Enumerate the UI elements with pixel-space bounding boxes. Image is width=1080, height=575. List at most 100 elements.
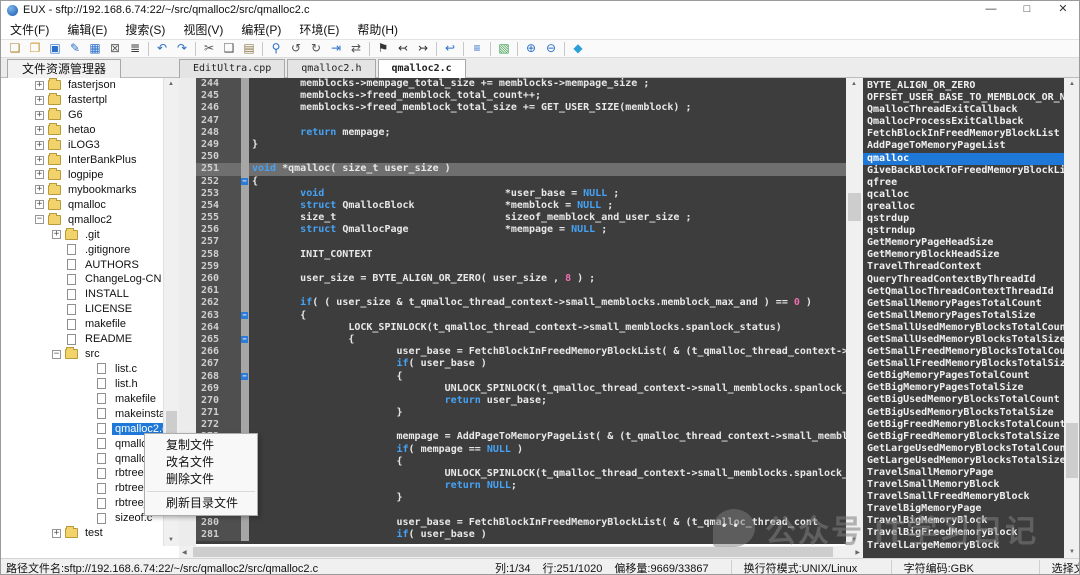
tree-item-.gitignore[interactable]: .gitignore	[1, 242, 163, 257]
bookmark-icon[interactable]: ⚑	[373, 40, 393, 57]
tree-item-qmalloc2.c[interactable]: qmalloc2.c	[1, 421, 163, 436]
fold-collapse-icon[interactable]: −	[241, 336, 248, 343]
function-item-qstrdup[interactable]: qstrdup	[863, 213, 1064, 225]
tree-item-qmalloc2_[interactable]: qmalloc2_	[1, 451, 163, 466]
minimize-button[interactable]: —	[973, 1, 1009, 19]
tab-qmalloc2.c[interactable]: qmalloc2.c	[378, 59, 466, 79]
menu-item[interactable]: 帮助(H)	[348, 19, 407, 40]
function-list-scrollbar[interactable]: ▲ ▼	[1064, 78, 1080, 558]
function-item-GetBigFreedMemoryBlocksTotalSize[interactable]: GetBigFreedMemoryBlocksTotalSize	[863, 431, 1064, 443]
tree-item-logpipe[interactable]: +logpipe	[1, 168, 163, 183]
code-line-274[interactable]: 274 if( mempage == NULL )	[196, 444, 846, 456]
expand-icon[interactable]: +	[35, 126, 44, 135]
function-item-GetBigMemoryPagesTotalSize[interactable]: GetBigMemoryPagesTotalSize	[863, 382, 1064, 394]
code-line-262[interactable]: 262 if( ( user_size & t_qmalloc_thread_c…	[196, 297, 846, 309]
scroll-left-icon[interactable]: ◀	[182, 549, 187, 556]
function-item-GetMemoryPageHeadSize[interactable]: GetMemoryPageHeadSize	[863, 237, 1064, 249]
function-item-qmalloc[interactable]: qmalloc	[863, 153, 1064, 165]
zoom-out-icon[interactable]: ⊖	[541, 40, 561, 57]
menu-item[interactable]: 视图(V)	[174, 19, 232, 40]
new-file-icon[interactable]: ❏	[5, 40, 25, 57]
tree-item-LICENSE[interactable]: LICENSE	[1, 302, 163, 317]
code-line-258[interactable]: 258 INIT_CONTEXT	[196, 249, 846, 261]
tree-item-hetao[interactable]: +hetao	[1, 123, 163, 138]
tree-item-iLOG3[interactable]: +iLOG3	[1, 138, 163, 153]
code-line-281[interactable]: 281 if( user_base )	[196, 529, 846, 541]
expand-icon[interactable]: +	[35, 185, 44, 194]
expand-icon[interactable]: +	[35, 141, 44, 150]
scroll-up-icon[interactable]: ▲	[1069, 81, 1075, 87]
scroll-down-icon[interactable]: ▼	[851, 537, 857, 543]
tree-item-rbtree.c[interactable]: rbtree.c	[1, 466, 163, 481]
function-item-OFFSET_USER_BASE_TO_MEMBLOCK_OR_N[interactable]: OFFSET_USER_BASE_TO_MEMBLOCK_OR_N	[863, 92, 1064, 104]
function-item-GetBigUsedMemoryBlocksTotalCount[interactable]: GetBigUsedMemoryBlocksTotalCount	[863, 394, 1064, 406]
scroll-right-icon[interactable]: ▶	[855, 549, 860, 556]
function-item-TravelBigFreedMemoryBlock[interactable]: TravelBigFreedMemoryBlock	[863, 527, 1064, 539]
tree-item-InterBankPlus[interactable]: +InterBankPlus	[1, 153, 163, 168]
code-line-252[interactable]: 252−{	[196, 176, 846, 188]
redo-icon[interactable]: ↷	[172, 40, 192, 57]
function-item-qrealloc[interactable]: qrealloc	[863, 201, 1064, 213]
save-all-icon[interactable]: ▦	[85, 40, 105, 57]
code-line-246[interactable]: 246 memblocks->freed_memblock_total_size…	[196, 102, 846, 114]
function-item-GetQmallocThreadContextThreadId[interactable]: GetQmallocThreadContextThreadId	[863, 286, 1064, 298]
tree-item-fasterjson[interactable]: +fasterjson	[1, 78, 163, 93]
tree-item-sizeof.c[interactable]: sizeof.c	[1, 511, 163, 526]
function-item-QmallocThreadExitCallback[interactable]: QmallocThreadExitCallback	[863, 104, 1064, 116]
function-item-QueryThreadContextByThreadId[interactable]: QueryThreadContextByThreadId	[863, 274, 1064, 286]
expand-icon[interactable]: +	[35, 96, 44, 105]
expand-icon[interactable]: +	[52, 529, 61, 538]
code-line-267[interactable]: 267 if( user_base )	[196, 358, 846, 370]
tree-item-makefile[interactable]: makefile	[1, 391, 163, 406]
code-line-250[interactable]: 250	[196, 151, 846, 163]
function-item-GetSmallUsedMemoryBlocksTotalSize[interactable]: GetSmallUsedMemoryBlocksTotalSize	[863, 334, 1064, 346]
function-item-TravelBigMemoryPage[interactable]: TravelBigMemoryPage	[863, 503, 1064, 515]
function-list-icon[interactable]: ≡	[467, 40, 487, 57]
function-item-qstrndup[interactable]: qstrndup	[863, 225, 1064, 237]
tree-item-ChangeLog-CN[interactable]: ChangeLog-CN	[1, 272, 163, 287]
tree-item-INSTALL[interactable]: INSTALL	[1, 287, 163, 302]
function-list-scrollbar-thumb[interactable]	[1066, 423, 1078, 478]
function-item-TravelBigMemoryBlock[interactable]: TravelBigMemoryBlock	[863, 515, 1064, 527]
code-line-268[interactable]: 268− {	[196, 371, 846, 383]
code-line-280[interactable]: 280 user_base = FetchBlockInFreedMemoryB…	[196, 517, 846, 529]
function-item-GetBigUsedMemoryBlocksTotalSize[interactable]: GetBigUsedMemoryBlocksTotalSize	[863, 407, 1064, 419]
save-icon[interactable]: ▣	[45, 40, 65, 57]
editor-hscrollbar-thumb[interactable]	[193, 547, 833, 557]
editor-scrollbar-thumb[interactable]	[848, 193, 861, 221]
tab-qmalloc2.h[interactable]: qmalloc2.h	[287, 59, 375, 78]
paste-icon[interactable]: ▤	[239, 40, 259, 57]
next-bookmark-icon[interactable]: ↣	[413, 40, 433, 57]
code-line-279[interactable]: 279	[196, 505, 846, 517]
expand-icon[interactable]: +	[35, 170, 44, 179]
tree-item-README[interactable]: README	[1, 332, 163, 347]
code-line-249[interactable]: 249}	[196, 139, 846, 151]
tree-item-qmalloc[interactable]: +qmalloc	[1, 197, 163, 212]
tree-item-list.h[interactable]: list.h	[1, 376, 163, 391]
code-line-254[interactable]: 254 struct QmallocBlock *memblock = NULL…	[196, 200, 846, 212]
code-line-247[interactable]: 247	[196, 115, 846, 127]
open-file-icon[interactable]: ❐	[25, 40, 45, 57]
context-menu-item[interactable]: 复制文件	[145, 437, 257, 454]
function-item-GetSmallMemoryPagesTotalCount[interactable]: GetSmallMemoryPagesTotalCount	[863, 298, 1064, 310]
expand-icon[interactable]: +	[35, 156, 44, 165]
find-icon[interactable]: ⚲	[266, 40, 286, 57]
code-line-264[interactable]: 264 LOCK_SPINLOCK(t_qmalloc_thread_conte…	[196, 322, 846, 334]
tree-item-AUTHORS[interactable]: AUTHORS	[1, 257, 163, 272]
tree-item-test[interactable]: +test	[1, 526, 163, 541]
tree-item-list.c[interactable]: list.c	[1, 362, 163, 377]
code-line-273[interactable]: 273 mempage = AddPageToMemoryPageList( &…	[196, 431, 846, 443]
menu-item[interactable]: 文件(F)	[1, 19, 58, 40]
chart-icon[interactable]: ▧	[494, 40, 514, 57]
code-line-275[interactable]: 275 {	[196, 456, 846, 468]
maximize-button[interactable]: □	[1009, 1, 1045, 19]
tree-item-rbtree.h[interactable]: rbtree.h	[1, 481, 163, 496]
function-item-TravelLargeMemoryBlock[interactable]: TravelLargeMemoryBlock	[863, 540, 1064, 552]
scroll-down-icon[interactable]: ▼	[168, 537, 174, 543]
function-item-TravelSmallMemoryPage[interactable]: TravelSmallMemoryPage	[863, 467, 1064, 479]
function-item-GetLargeUsedMemoryBlocksTotalCoun[interactable]: GetLargeUsedMemoryBlocksTotalCoun	[863, 443, 1064, 455]
code-line-276[interactable]: 276 UNLOCK_SPINLOCK(t_qmalloc_thread_con…	[196, 468, 846, 480]
explorer-panel-tab[interactable]: 文件资源管理器	[7, 59, 121, 78]
tree-item-src[interactable]: −src	[1, 347, 163, 362]
function-item-GetMemoryBlockHeadSize[interactable]: GetMemoryBlockHeadSize	[863, 249, 1064, 261]
